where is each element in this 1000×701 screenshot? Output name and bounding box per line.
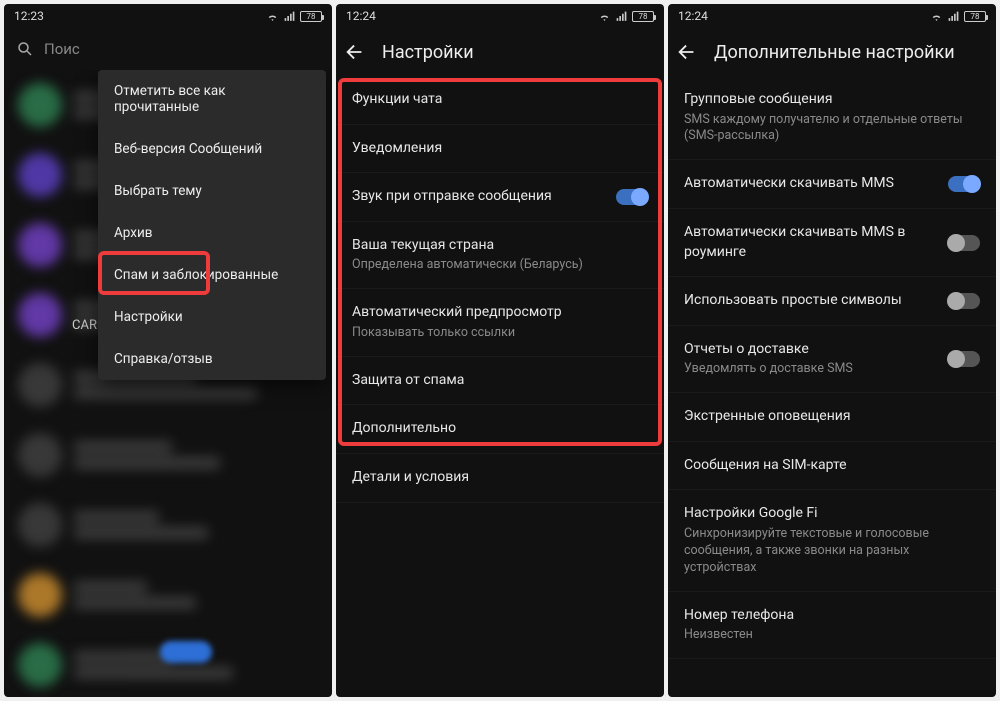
signal-icon	[947, 10, 960, 23]
toggle-send-sound[interactable]	[616, 189, 648, 205]
toggle-auto-mms-roaming[interactable]	[948, 235, 980, 251]
screen-advanced-settings: 12:24 78 Дополнительные настройки Группо…	[668, 4, 996, 697]
wifi-icon	[930, 10, 943, 23]
row-delivery-reports[interactable]: Отчеты о доставкеУведомлять о доставке S…	[668, 326, 996, 393]
row-spam-protection[interactable]: Защита от спама	[336, 357, 664, 406]
battery-icon: 78	[632, 11, 654, 22]
battery-icon: 78	[964, 11, 986, 22]
row-auto-download-mms-roaming[interactable]: Автоматически скачивать MMS в роуминге	[668, 209, 996, 277]
menu-help-feedback[interactable]: Справка/отзыв	[98, 338, 326, 380]
search-icon	[16, 40, 34, 58]
back-arrow-icon[interactable]	[344, 41, 366, 63]
row-current-country[interactable]: Ваша текущая странаОпределена автоматиче…	[336, 222, 664, 289]
signal-icon	[615, 10, 628, 23]
battery-icon: 78	[300, 11, 322, 22]
visible-text: CAR	[72, 318, 97, 333]
row-phone-number[interactable]: Номер телефонаНеизвестен	[668, 592, 996, 659]
search-bar[interactable]: Поис	[4, 28, 332, 70]
header-title: Дополнительные настройки	[714, 42, 955, 63]
screen-header: Настройки	[336, 28, 664, 76]
back-arrow-icon[interactable]	[676, 41, 698, 63]
menu-archive[interactable]: Архив	[98, 212, 326, 254]
row-chat-features[interactable]: Функции чата	[336, 76, 664, 125]
blurred-button	[160, 641, 212, 663]
screen-messages-menu: 12:23 78 Поис CAR Отметить все	[4, 4, 332, 697]
menu-choose-theme[interactable]: Выбрать тему	[98, 170, 326, 212]
row-auto-preview[interactable]: Автоматический предпросмотрПоказывать то…	[336, 289, 664, 356]
row-simple-characters[interactable]: Использовать простые символы	[668, 277, 996, 326]
overflow-menu: Отметить все как прочитанные Веб-версия …	[98, 70, 326, 380]
header-title: Настройки	[382, 42, 474, 63]
row-auto-download-mms[interactable]: Автоматически скачивать MMS	[668, 160, 996, 209]
screen-settings: 12:24 78 Настройки Функции чата Уведомле…	[336, 4, 664, 697]
row-notifications[interactable]: Уведомления	[336, 125, 664, 174]
status-time: 12:24	[346, 9, 376, 23]
toggle-delivery-reports[interactable]	[948, 351, 980, 367]
menu-mark-all-read[interactable]: Отметить все как прочитанные	[98, 70, 326, 128]
status-bar: 12:23 78	[4, 4, 332, 28]
toggle-auto-mms[interactable]	[948, 176, 980, 192]
wifi-icon	[266, 10, 279, 23]
row-group-messages[interactable]: Групповые сообщенияSMS каждому получател…	[668, 76, 996, 160]
menu-spam-blocked[interactable]: Спам и заблокированные	[98, 254, 326, 296]
row-emergency-alerts[interactable]: Экстренные оповещения	[668, 393, 996, 442]
toggle-simple-chars[interactable]	[948, 293, 980, 309]
search-placeholder: Поис	[44, 40, 80, 58]
status-time: 12:23	[14, 9, 44, 23]
row-send-sound[interactable]: Звук при отправке сообщения	[336, 173, 664, 222]
status-time: 12:24	[678, 9, 708, 23]
screen-header: Дополнительные настройки	[668, 28, 996, 76]
row-advanced[interactable]: Дополнительно	[336, 405, 664, 454]
row-sim-messages[interactable]: Сообщения на SIM-карте	[668, 442, 996, 491]
signal-icon	[283, 10, 296, 23]
menu-settings[interactable]: Настройки	[98, 296, 326, 338]
status-bar: 12:24 78	[668, 4, 996, 28]
status-bar: 12:24 78	[336, 4, 664, 28]
row-details-terms[interactable]: Детали и условия	[336, 454, 664, 503]
menu-web-messages[interactable]: Веб-версия Сообщений	[98, 128, 326, 170]
row-google-fi[interactable]: Настройки Google FiСинхронизируйте текст…	[668, 490, 996, 591]
wifi-icon	[598, 10, 611, 23]
